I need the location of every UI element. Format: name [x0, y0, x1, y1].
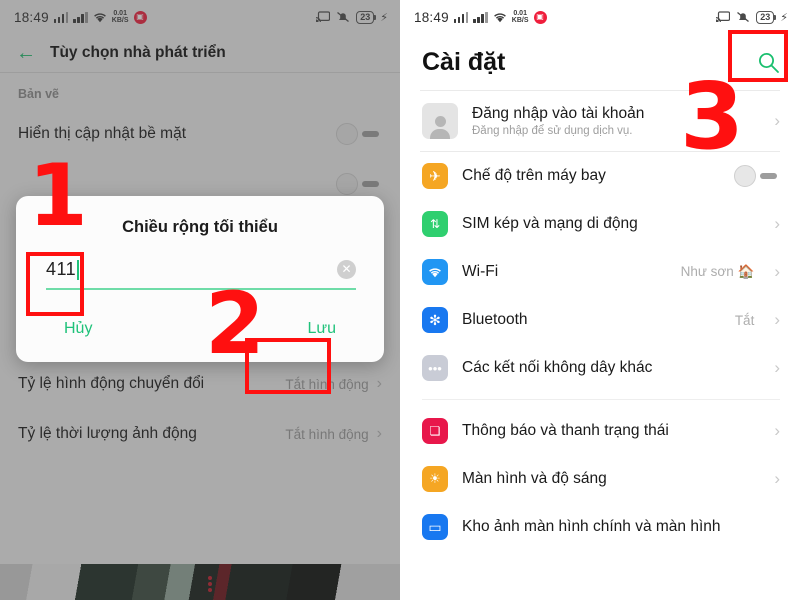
left-row-value: Tắt hình động — [285, 426, 369, 442]
chevron-right-icon: › — [774, 310, 780, 329]
status-bar-right: 18:49 0.01 KB/S ▣ 23 ⚡ — [400, 0, 800, 34]
row-label: Thông báo và thanh trạng thái — [462, 422, 669, 439]
status-bar-left-group: 18:49 0.01 KB/S ▣ — [14, 10, 316, 25]
left-row-label: Tỷ lệ thời lượng ảnh động — [18, 424, 197, 442]
battery-icon: 23 — [756, 10, 777, 24]
left-row-right-group: Tắt hình động › — [285, 425, 382, 443]
toggle-track — [760, 173, 777, 179]
settings-page-title: Cài đặt — [422, 47, 506, 76]
data-rate-icon: 0.01 KB/S — [511, 9, 529, 25]
settings-row-dual-sim[interactable]: ⇅ SIM kép và mạng di động › — [400, 200, 800, 248]
chevron-right-icon: › — [774, 214, 780, 233]
row-label: SIM kép và mạng di động — [462, 215, 638, 232]
app-badge-icon: ▣ — [133, 10, 147, 24]
clear-circle-icon[interactable]: ✕ — [337, 260, 356, 279]
annotation-step-1: 1 — [28, 146, 88, 246]
highlight-box-input — [26, 252, 84, 316]
row-label: Bluetooth — [462, 311, 528, 328]
wifi-icon — [93, 12, 107, 23]
signal-bars-sim1-icon — [453, 11, 469, 23]
settings-row-bluetooth[interactable]: ✻ Bluetooth Tắt › — [400, 296, 800, 344]
right-phone-panel: 18:49 0.01 KB/S ▣ 23 ⚡ Cài đặt Đăng nhập… — [400, 0, 800, 600]
battery-icon: 23 — [356, 10, 377, 24]
chevron-right-icon: › — [376, 425, 382, 442]
wifi-icon — [422, 259, 448, 285]
hidden-toggle[interactable] — [336, 173, 382, 195]
app-badge-icon: ▣ — [533, 10, 547, 24]
cast-icon — [316, 11, 331, 23]
left-row-label: Hiển thị cập nhật bề mặt — [18, 124, 187, 142]
row-label: Các kết nối không dây khác — [462, 359, 653, 376]
toggle-track — [362, 181, 379, 187]
left-row-label: Tỷ lệ hình động chuyển đổi — [18, 374, 205, 392]
signal-bars-sim1-icon — [53, 11, 69, 23]
chevron-right-icon: › — [774, 262, 780, 281]
airplane-icon: ✈ — [422, 163, 448, 189]
left-row-label-hidden — [18, 174, 22, 195]
annotation-step-3: 3 — [680, 63, 745, 170]
chevron-right-icon: › — [774, 358, 780, 377]
status-bar-right-group: 23 ⚡ — [316, 10, 388, 24]
status-bar-right-group: 23 ⚡ — [716, 10, 788, 24]
cancel-button[interactable]: Hủy — [54, 316, 102, 342]
settings-row-wifi[interactable]: Wi-Fi Như sơn 🏠 › — [400, 248, 800, 296]
row-label: Màn hình và độ sáng — [462, 470, 607, 487]
dialog-title: Chiều rộng tối thiểu — [122, 218, 278, 236]
charging-bolt-icon: ⚡ — [380, 11, 388, 24]
cast-icon — [716, 11, 731, 23]
settings-row-other-wireless[interactable]: ••• Các kết nối không dây khác › — [400, 344, 800, 392]
wallpaper-icon: ▭ — [422, 514, 448, 540]
avatar-icon — [422, 103, 458, 139]
surface-updates-toggle[interactable] — [336, 123, 382, 145]
mute-bell-icon — [736, 11, 750, 23]
signal-bars-sim2-icon — [473, 11, 488, 23]
settings-row-notifications[interactable]: ❏ Thông báo và thanh trạng thái › — [400, 407, 800, 455]
dual-phone-screenshot: 18:49 0.01 KB/S ▣ 23 ⚡ ← Tùy chọn nhà ph… — [0, 0, 800, 600]
bluetooth-icon: ✻ — [422, 307, 448, 333]
settings-group-divider — [422, 399, 780, 400]
brightness-icon: ☀ — [422, 466, 448, 492]
input-underline — [46, 288, 356, 290]
annotation-step-2: 2 — [205, 274, 265, 374]
status-time: 18:49 — [414, 9, 449, 25]
chevron-right-icon: › — [774, 469, 780, 488]
row-value: Như sơn 🏠 — [680, 264, 755, 279]
data-rate-icon: 0.01 KB/S — [111, 9, 129, 25]
dialog-field-wrap: 411 ✕ — [40, 259, 360, 290]
back-arrow-icon[interactable]: ← — [16, 43, 36, 63]
chevron-right-icon: › — [774, 421, 780, 440]
toggle-track — [362, 131, 379, 137]
dialog-input-row[interactable]: 411 ✕ — [46, 259, 356, 288]
sim-data-icon: ⇅ — [422, 211, 448, 237]
left-section-header: Bản vẽ — [18, 87, 59, 101]
left-row-animator-duration-scale[interactable]: Tỷ lệ thời lượng ảnh động Tắt hình động … — [0, 409, 400, 459]
settings-row-display-brightness[interactable]: ☀ Màn hình và độ sáng › — [400, 455, 800, 503]
row-label: Kho ảnh màn hình chính và màn hình — [462, 518, 721, 535]
left-row-transition-anim-scale[interactable]: Tỷ lệ hình động chuyển đổi Tắt hình động… — [0, 359, 400, 409]
photo-strip-dots-icon — [208, 576, 212, 592]
status-bar-left-group: 18:49 0.01 KB/S ▣ — [414, 10, 716, 25]
settings-row-wallpaper[interactable]: ▭ Kho ảnh màn hình chính và màn hình — [400, 503, 800, 551]
status-time: 18:49 — [14, 9, 49, 25]
left-phone-panel: 18:49 0.01 KB/S ▣ 23 ⚡ ← Tùy chọn nhà ph… — [0, 0, 400, 600]
status-bar-left: 18:49 0.01 KB/S ▣ 23 ⚡ — [0, 0, 400, 34]
left-appbar: ← Tùy chọn nhà phát triển — [0, 34, 400, 72]
charging-bolt-icon: ⚡ — [780, 11, 788, 24]
mute-bell-icon — [336, 11, 350, 23]
chevron-right-icon: › — [774, 111, 780, 130]
left-page-title: Tùy chọn nhà phát triển — [50, 44, 226, 61]
signal-bars-sim2-icon — [73, 11, 88, 23]
bottom-photo-strip — [0, 564, 400, 600]
chevron-right-icon: › — [376, 375, 382, 392]
toggle-knob — [336, 123, 358, 145]
wifi-icon — [493, 12, 507, 23]
row-label: Wi-Fi — [462, 263, 499, 280]
row-value: Tắt — [734, 312, 755, 328]
more-dots-icon: ••• — [422, 355, 448, 381]
notification-icon: ❏ — [422, 418, 448, 444]
toggle-knob — [336, 173, 358, 195]
